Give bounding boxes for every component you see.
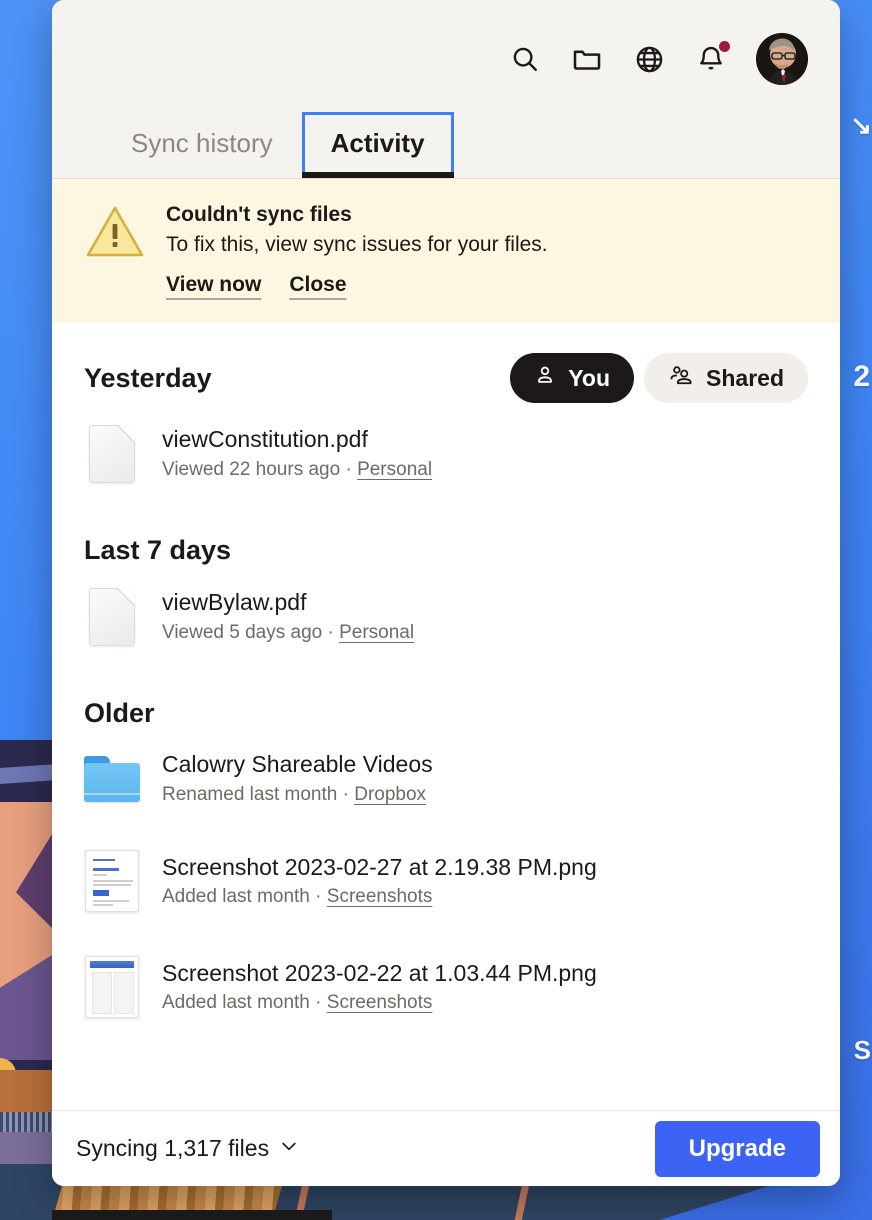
image-thumbnail-icon — [84, 850, 140, 913]
document-icon — [84, 588, 140, 646]
close-banner-link[interactable]: Close — [289, 273, 346, 297]
sync-status-label: Syncing 1,317 files — [76, 1135, 270, 1161]
dropbox-app-window: Sync history Activity Couldn't sync file… — [52, 0, 840, 1186]
window-header: Sync history Activity — [52, 0, 840, 179]
banner-body: To fix this, view sync issues for your f… — [166, 233, 548, 256]
desktop-number: 2 — [853, 360, 870, 393]
banner-text: Couldn't sync files To fix this, view sy… — [166, 203, 548, 297]
section-header-older: Older — [84, 668, 808, 729]
tab-bar: Sync history Activity — [52, 90, 840, 178]
filter-you-label: You — [568, 364, 611, 391]
activity-location-link[interactable]: Dropbox — [354, 784, 426, 805]
activity-item-text: Screenshot 2023-02-22 at 1.03.44 PM.png … — [162, 960, 597, 1015]
activity-item-name: viewBylaw.pdf — [162, 589, 307, 616]
globe-icon[interactable] — [632, 42, 666, 76]
filter-you-button[interactable]: You — [510, 353, 635, 403]
bell-icon[interactable] — [694, 41, 730, 76]
activity-list[interactable]: Yesterday You Shared viewConstitution.pd… — [52, 323, 840, 1110]
activity-location-link[interactable]: Screenshots — [327, 886, 433, 907]
view-now-link[interactable]: View now — [166, 273, 261, 297]
activity-action: Added last month — [162, 992, 310, 1014]
avatar[interactable] — [756, 33, 808, 85]
activity-item[interactable]: Screenshot 2023-02-27 at 2.19.38 PM.png … — [84, 828, 808, 934]
activity-item-meta: Added last month · Screenshots — [162, 992, 597, 1015]
section-title: Yesterday — [84, 362, 212, 393]
activity-action: Added last month — [162, 886, 310, 908]
desktop-background: ↘ 2 S Sync history Activity Couldn't syn… — [0, 0, 872, 1220]
activity-location-link[interactable]: Screenshots — [327, 992, 433, 1013]
activity-action: Renamed last month — [162, 783, 338, 805]
person-icon — [534, 364, 556, 392]
activity-item-meta: Added last month · Screenshots — [162, 886, 597, 909]
document-icon — [84, 425, 140, 483]
meta-separator: · — [345, 458, 352, 480]
window-footer: Syncing 1,317 files Upgrade — [52, 1110, 840, 1186]
meta-separator: · — [315, 992, 322, 1014]
activity-item-text: Calowry Shareable Videos Renamed last mo… — [162, 751, 433, 806]
filter-shared-label: Shared — [706, 364, 784, 391]
wallpaper-shape — [0, 1112, 56, 1132]
activity-item-meta: Viewed 22 hours ago · Personal — [162, 459, 432, 482]
header-toolbar — [52, 0, 840, 90]
activity-item[interactable]: Calowry Shareable Videos Renamed last mo… — [84, 729, 808, 828]
people-icon — [668, 364, 694, 392]
activity-item-text: viewConstitution.pdf Viewed 22 hours ago… — [162, 426, 432, 481]
activity-item[interactable]: viewBylaw.pdf Viewed 5 days ago · Person… — [84, 566, 808, 668]
notification-badge — [719, 41, 730, 52]
section-title: Older — [84, 698, 155, 728]
sync-status-button[interactable]: Syncing 1,317 files — [76, 1135, 299, 1162]
sync-progress-indicator — [52, 1210, 332, 1220]
chevron-down-icon — [279, 1135, 299, 1162]
folder-icon — [84, 755, 140, 802]
tab-sync-history[interactable]: Sync history — [102, 112, 302, 178]
activity-item-text: viewBylaw.pdf Viewed 5 days ago · Person… — [162, 589, 414, 644]
tab-activity[interactable]: Activity — [301, 112, 454, 178]
activity-item[interactable]: viewConstitution.pdf Viewed 22 hours ago… — [84, 403, 808, 505]
section-header-last-7-days: Last 7 days — [84, 505, 808, 566]
activity-item-name: Screenshot 2023-02-22 at 1.03.44 PM.png — [162, 959, 597, 986]
activity-location-link[interactable]: Personal — [339, 622, 414, 643]
activity-action: Viewed 5 days ago — [162, 621, 323, 643]
wallpaper-art-left — [0, 740, 56, 1220]
banner-actions: View now Close — [166, 273, 548, 297]
sync-error-banner: Couldn't sync files To fix this, view sy… — [52, 179, 840, 323]
activity-location-link[interactable]: Personal — [357, 459, 432, 480]
activity-item-name: viewConstitution.pdf — [162, 426, 368, 453]
desktop-letter: S — [853, 1035, 871, 1065]
activity-item-meta: Viewed 5 days ago · Personal — [162, 622, 414, 645]
warning-triangle-icon — [84, 203, 146, 297]
section-header-yesterday: Yesterday You Shared — [84, 323, 808, 403]
activity-item[interactable]: Screenshot 2023-02-22 at 1.03.44 PM.png … — [84, 934, 808, 1040]
filter-shared-button[interactable]: Shared — [644, 353, 808, 403]
activity-action: Viewed 22 hours ago — [162, 458, 341, 480]
banner-title: Couldn't sync files — [166, 203, 352, 226]
meta-separator: · — [342, 783, 349, 805]
folder-icon[interactable] — [570, 42, 604, 76]
meta-separator: · — [315, 886, 322, 908]
wallpaper-shape — [0, 763, 56, 785]
activity-filter-toggle: You Shared — [510, 353, 808, 403]
activity-item-name: Screenshot 2023-02-27 at 2.19.38 PM.png — [162, 853, 597, 880]
meta-separator: · — [327, 621, 334, 643]
activity-item-meta: Renamed last month · Dropbox — [162, 784, 433, 807]
activity-item-text: Screenshot 2023-02-27 at 2.19.38 PM.png … — [162, 854, 597, 909]
search-icon[interactable] — [508, 42, 542, 76]
upgrade-button[interactable]: Upgrade — [654, 1120, 820, 1177]
desktop-glyph: ↘ — [850, 110, 872, 140]
activity-item-name: Calowry Shareable Videos — [162, 751, 433, 777]
section-title: Last 7 days — [84, 535, 232, 565]
header-divider — [52, 178, 840, 179]
image-thumbnail-icon — [84, 956, 140, 1019]
